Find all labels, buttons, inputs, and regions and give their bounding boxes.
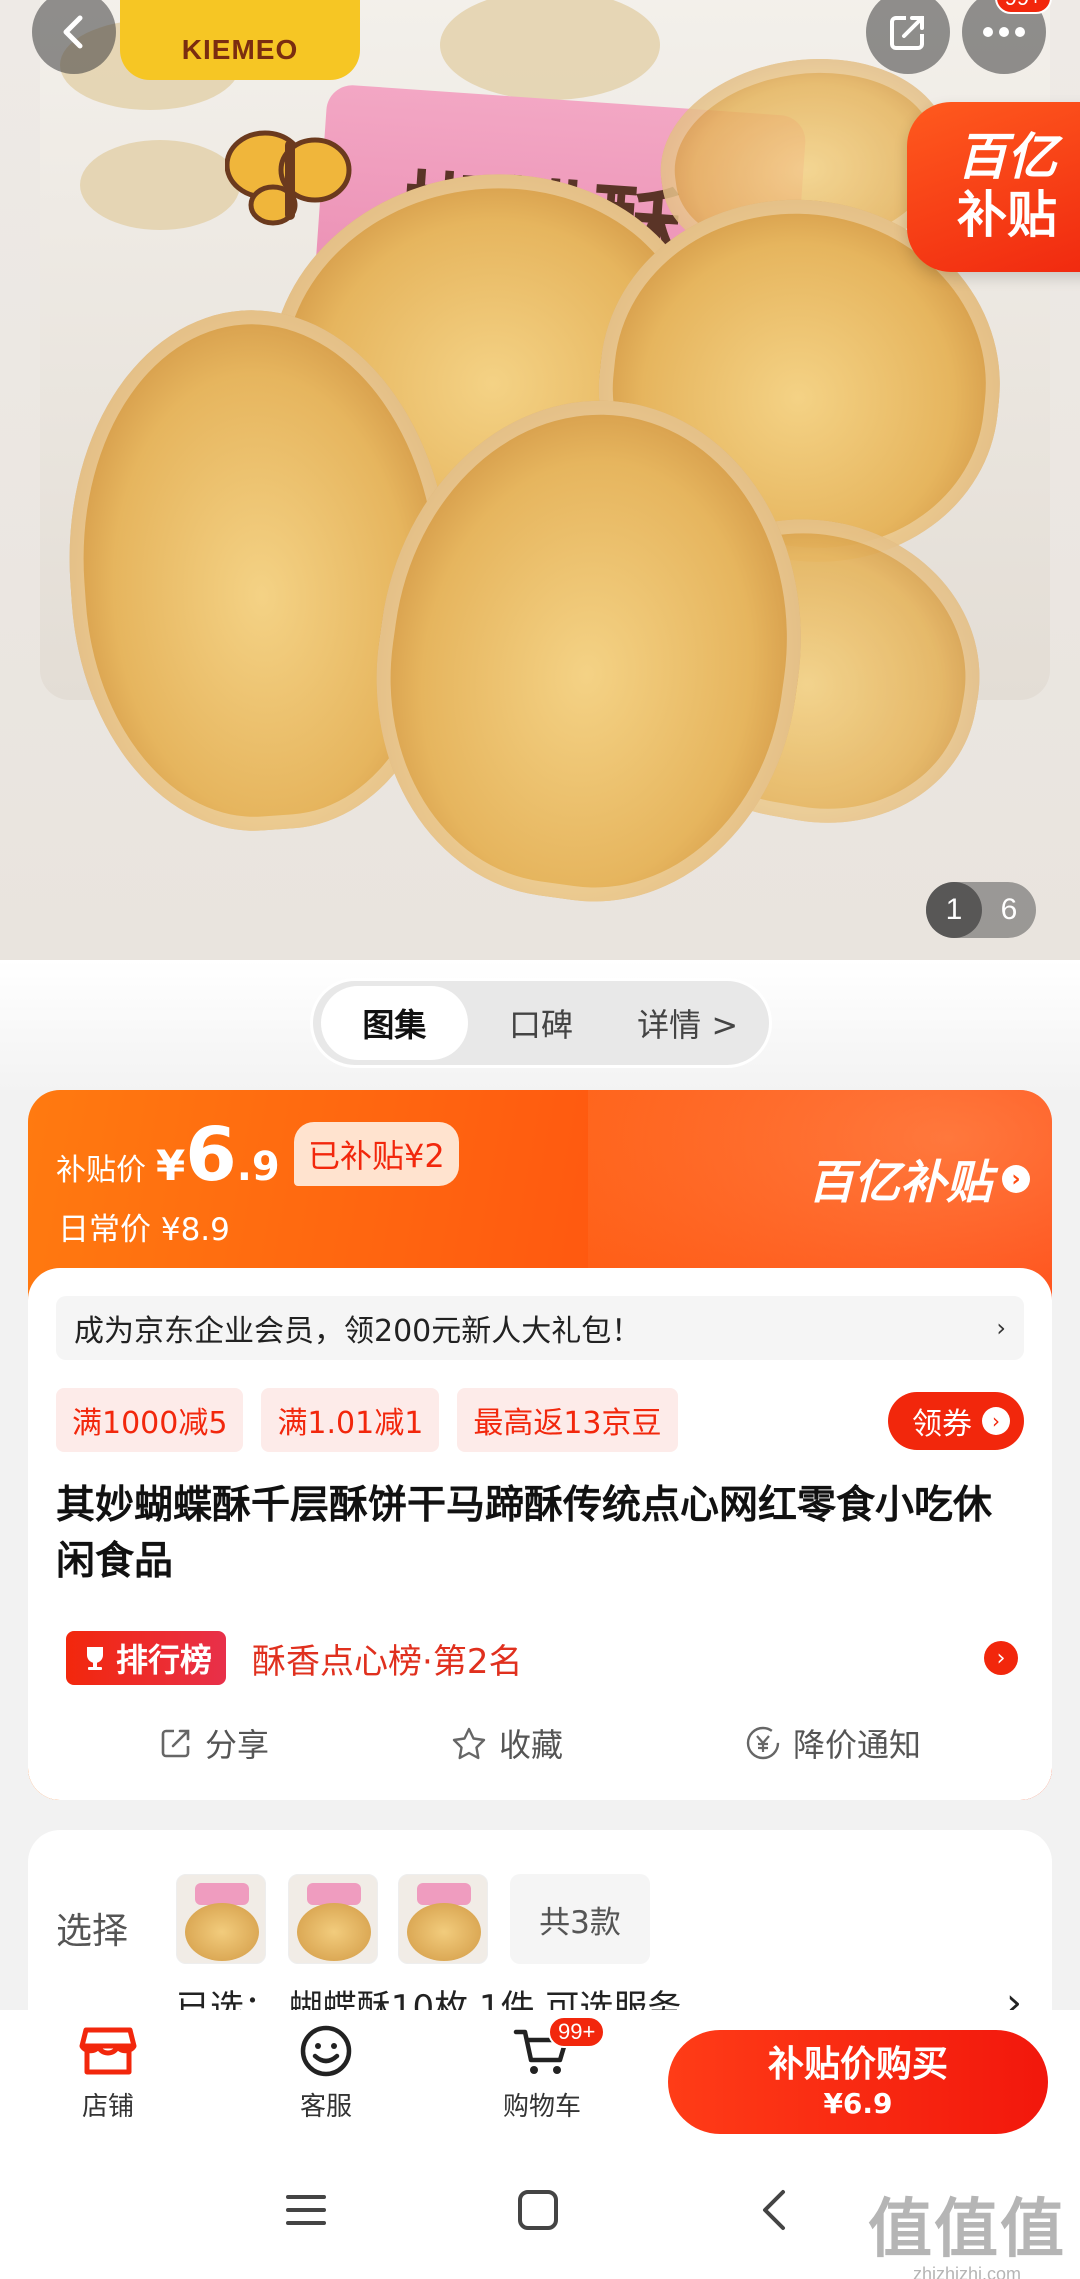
promo-tag[interactable]: 满1000减5 [56, 1388, 244, 1452]
star-icon [452, 1727, 486, 1760]
product-info-card: 成为京东企业会员，领200元新人大礼包！ › 满1000减5 满1.01减1 最… [28, 1268, 1052, 1800]
menu-icon [286, 2195, 326, 2225]
back-chevron-icon [763, 2190, 785, 2230]
price-integer: 6 [185, 1112, 237, 1198]
subsidy-program-name: 百亿补贴 [808, 1155, 992, 1209]
ranking-row[interactable]: 排行榜 酥香点心榜·第2名 › [66, 1630, 1018, 1686]
brand-logo: KIEMEO [120, 0, 360, 80]
recent-apps-button[interactable] [276, 2180, 336, 2240]
price-alert-label: 降价通知 [792, 1726, 921, 1764]
site-watermark: 值值值 zhizhizhi.com [868, 2178, 1066, 2279]
butterfly-illustration [225, 130, 352, 226]
ranking-badge: 排行榜 [66, 1631, 227, 1685]
subsidy-amount-tag: 已补贴¥2 [294, 1122, 459, 1186]
cart-label: 购物车 [502, 2092, 581, 2122]
variant-thumbnail[interactable] [176, 1874, 266, 1964]
favorite-label: 收藏 [498, 1726, 563, 1764]
product-title: 其妙蝴蝶酥千层酥饼干马蹄酥传统点心网红零食小吃休闲食品 [56, 1483, 993, 1584]
member-banner-text: 成为京东企业会员，领200元新人大礼包！ [74, 1314, 642, 1349]
watermark-logo: 值值值 [868, 2192, 1066, 2267]
variant-count: 共3款 [510, 1874, 650, 1964]
image-counter: 1 6 [926, 882, 1036, 938]
back-arrow-icon [63, 15, 83, 49]
yen-circle-icon [746, 1726, 780, 1760]
service-label: 客服 [299, 2092, 352, 2122]
system-navigation-bar: 值值值 zhizhizhi.com [0, 2140, 1080, 2279]
enterprise-member-banner[interactable]: 成为京东企业会员，领200元新人大礼包！ › [56, 1296, 1024, 1360]
subsidy-badge-line2: 补贴 [957, 186, 1057, 244]
product-image-carousel[interactable]: 蝴蝶酥 KIEMEO 99+ 百亿 补贴 1 6 [0, 0, 1080, 960]
home-button[interactable] [508, 2180, 568, 2240]
coupon-button-label: 领券 [912, 1407, 972, 1442]
get-coupon-button[interactable]: 领券 › [888, 1392, 1024, 1450]
selected-options-text: 已选： 蝴蝶酥10枚 1件 可选服务 [176, 1988, 682, 2010]
subsidy-buy-button[interactable]: 补贴价购买 ¥6.9 [668, 2030, 1048, 2134]
price-card: 补贴价 ¥ 6 .9 已补贴¥2 日常价 ¥8.9 百亿补贴 › 成为京东企业会… [28, 1090, 1052, 1800]
system-back-button[interactable] [744, 2180, 804, 2240]
subsidy-program-badge[interactable]: 百亿 补贴 [907, 102, 1080, 272]
price-currency: ¥ [156, 1141, 186, 1190]
chevron-right-icon: › [982, 1407, 1010, 1435]
share-label: 分享 [204, 1726, 269, 1764]
product-actions: 分享 收藏 降价通知 [28, 1708, 1052, 1778]
brand-logo-text: KIEMEO [181, 34, 299, 65]
promo-tag[interactable]: 满1.01减1 [261, 1388, 440, 1452]
chevron-right-icon: › [1006, 1980, 1022, 2010]
tab-reviews[interactable]: 口碑 [468, 986, 615, 1060]
home-square-icon [518, 2190, 558, 2230]
chat-face-icon [300, 2025, 352, 2077]
tab-details[interactable]: 详情 > [614, 986, 761, 1060]
price-decimal: .9 [236, 1144, 280, 1190]
tab-gallery[interactable]: 图集 [321, 986, 468, 1060]
bottom-action-bar: 店铺 客服 99+ 购物车 补贴价购买 ¥6.9 [0, 2010, 1080, 2140]
subsidy-program-link[interactable]: 百亿补贴 › [808, 1146, 1030, 1212]
subsidy-price: 补贴价 ¥ 6 .9 [56, 1118, 280, 1192]
image-counter-total: 6 [1000, 893, 1018, 926]
trophy-icon [87, 1647, 103, 1670]
variant-thumbnail[interactable] [288, 1874, 378, 1964]
chevron-right-icon: › [996, 1314, 1006, 1342]
ranking-badge-label: 排行榜 [116, 1641, 213, 1679]
image-counter-current: 1 [926, 882, 982, 938]
buy-button-label: 补贴价购买 [767, 2044, 948, 2085]
more-dots-icon [983, 27, 1025, 37]
shop-label: 店铺 [81, 2092, 134, 2122]
share-action[interactable]: 分享 [159, 1720, 269, 1766]
gallery-tabs: 图集 口碑 详情 > [310, 978, 772, 1068]
ranking-text: 酥香点心榜·第2名 [252, 1641, 523, 1682]
share-icon [161, 1729, 190, 1758]
share-icon [890, 16, 924, 50]
promotion-tags: 满1000减5 满1.01减1 最高返13京豆 [56, 1388, 678, 1452]
box-cookie-decor [80, 140, 240, 230]
gallery-tabs-area: 图集 口碑 详情 > [0, 960, 1080, 1090]
shop-icon [79, 2027, 137, 2075]
customer-service-button[interactable]: 客服 [266, 2024, 386, 2123]
cart-count-badge: 99+ [548, 2016, 606, 2048]
subsidy-price-label: 补贴价 [56, 1153, 146, 1188]
daily-price: 日常价 ¥8.9 [58, 1212, 230, 1248]
cart-button[interactable]: 99+ 购物车 [482, 2016, 606, 2123]
favorite-action[interactable]: 收藏 [451, 1720, 563, 1766]
buy-button-price: ¥6.9 [823, 2087, 893, 2120]
shop-button[interactable]: 店铺 [48, 2024, 168, 2123]
variant-thumbnail[interactable] [398, 1874, 488, 1964]
subsidy-badge-line1: 百亿 [957, 128, 1057, 186]
message-count-badge: 99+ [994, 0, 1052, 14]
select-label: 选择 [56, 1911, 129, 1952]
promo-tag[interactable]: 最高返13京豆 [457, 1388, 678, 1452]
price-alert-action[interactable]: 降价通知 [745, 1720, 921, 1766]
chevron-right-icon: › [984, 1641, 1018, 1675]
variant-select-card[interactable]: 选择 共3款 已选： 蝴蝶酥10枚 1件 可选服务 › [28, 1830, 1052, 2010]
chevron-right-icon: › [1002, 1165, 1030, 1193]
